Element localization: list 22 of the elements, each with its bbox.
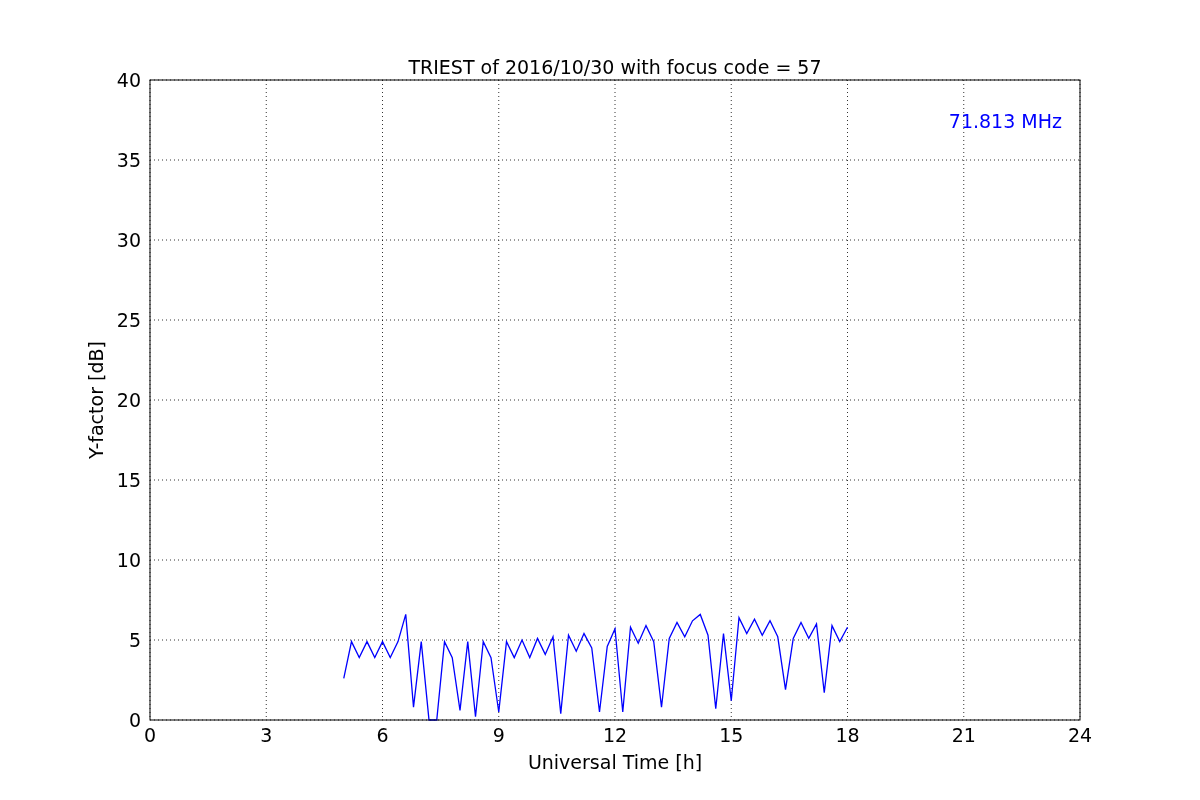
x-tick-label: 24 bbox=[1067, 724, 1093, 746]
frequency-label: 71.813 MHz bbox=[948, 110, 1062, 132]
y-tick-label: 5 bbox=[128, 629, 141, 651]
x-tick-label: 12 bbox=[602, 724, 628, 746]
chart-title: TRIEST of 2016/10/30 with focus code = 57 bbox=[408, 56, 822, 78]
x-tick-label: 15 bbox=[719, 724, 744, 746]
x-tick-label: 0 bbox=[143, 724, 157, 746]
y-tick-label: 30 bbox=[116, 229, 141, 251]
y-tick-label: 0 bbox=[128, 709, 141, 731]
x-axis-label: Universal Time [h] bbox=[527, 751, 703, 773]
x-tick-label: 21 bbox=[951, 724, 976, 746]
y-tick-label: 35 bbox=[116, 149, 141, 171]
y-tick-label: 20 bbox=[116, 389, 141, 411]
y-tick-label: 10 bbox=[116, 549, 141, 571]
x-tick-label: 18 bbox=[835, 724, 860, 746]
y-tick-label: 40 bbox=[116, 69, 141, 91]
y-tick-label: 25 bbox=[116, 309, 141, 331]
x-tick-label: 9 bbox=[492, 724, 505, 746]
x-tick-label: 3 bbox=[260, 724, 273, 746]
y-tick-label: 15 bbox=[116, 469, 141, 491]
y-axis-label: Y-factor [dB] bbox=[85, 341, 107, 459]
x-tick-label: 6 bbox=[376, 724, 389, 746]
